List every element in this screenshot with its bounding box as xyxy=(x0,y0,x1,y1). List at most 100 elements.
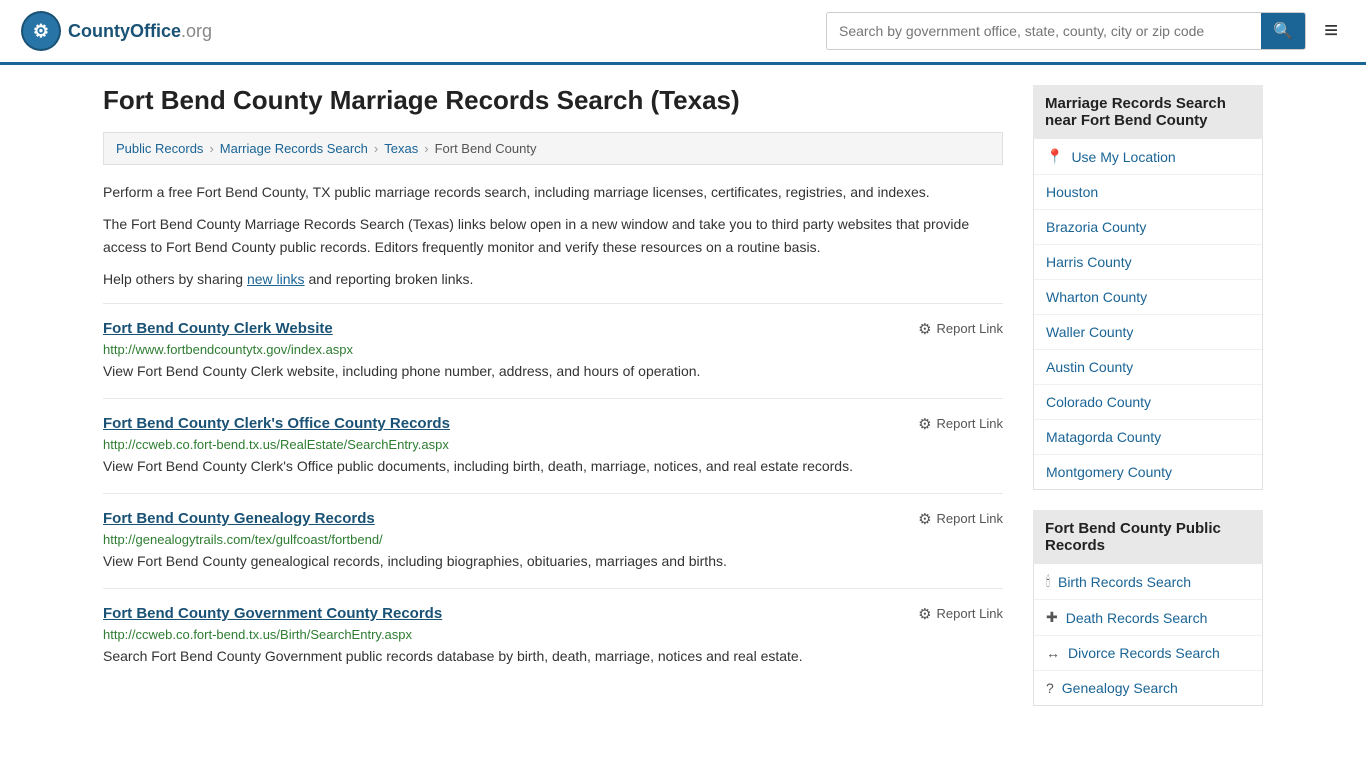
nearby-list-item: Montgomery County xyxy=(1034,455,1262,489)
nearby-link[interactable]: Montgomery County xyxy=(1034,455,1262,489)
nearby-link[interactable]: Brazoria County xyxy=(1034,210,1262,244)
nearby-label: Brazoria County xyxy=(1046,219,1146,235)
record-url: http://ccweb.co.fort-bend.tx.us/RealEsta… xyxy=(103,437,1003,452)
report-icon: ⚙ xyxy=(918,510,931,528)
main-container: Fort Bend County Marriage Records Search… xyxy=(83,65,1283,746)
record-desc: Search Fort Bend County Government publi… xyxy=(103,646,1003,667)
search-button[interactable]: 🔍 xyxy=(1261,13,1305,49)
public-records-label: Death Records Search xyxy=(1066,610,1208,626)
record-entry: Fort Bend County Government County Recor… xyxy=(103,588,1003,683)
record-entry: Fort Bend County Clerk's Office County R… xyxy=(103,398,1003,493)
logo-text: CountyOffice.org xyxy=(68,21,212,42)
record-desc: View Fort Bend County Clerk's Office pub… xyxy=(103,456,1003,477)
nearby-label: Waller County xyxy=(1046,324,1133,340)
record-url: http://genealogytrails.com/tex/gulfcoast… xyxy=(103,532,1003,547)
report-link[interactable]: ⚙ Report Link xyxy=(918,320,1003,338)
nearby-list-item: 📍 Use My Location xyxy=(1034,139,1262,175)
public-records-label: Divorce Records Search xyxy=(1068,645,1220,661)
site-header: ⚙ CountyOffice.org 🔍 ≡ xyxy=(0,0,1366,65)
public-records-link[interactable]: ✚ Death Records Search xyxy=(1034,600,1262,635)
nearby-list: 📍 Use My Location Houston Brazoria County Ha… xyxy=(1033,139,1263,490)
nearby-list-item: Wharton County xyxy=(1034,280,1262,315)
record-type-icon: ✚ xyxy=(1046,609,1058,626)
new-links-link[interactable]: new links xyxy=(247,271,305,287)
record-type-icon: ↔ xyxy=(1046,645,1060,661)
public-records-title: Fort Bend County Public Records xyxy=(1033,510,1263,564)
breadcrumb-texas[interactable]: Texas xyxy=(384,141,418,156)
report-link[interactable]: ⚙ Report Link xyxy=(918,415,1003,433)
nearby-label: Austin County xyxy=(1046,359,1133,375)
record-type-icon: ? xyxy=(1046,680,1054,696)
record-title[interactable]: Fort Bend County Government County Recor… xyxy=(103,605,442,622)
report-label: Report Link xyxy=(937,321,1003,336)
public-records-link[interactable]: 🕯 Birth Records Search xyxy=(1034,564,1262,599)
nearby-link[interactable]: Waller County xyxy=(1034,315,1262,349)
report-icon: ⚙ xyxy=(918,605,931,623)
content-area: Fort Bend County Marriage Records Search… xyxy=(103,85,1003,726)
hamburger-button[interactable]: ≡ xyxy=(1316,13,1346,49)
nearby-list-item: Matagorda County xyxy=(1034,420,1262,455)
nearby-link[interactable]: Wharton County xyxy=(1034,280,1262,314)
desc-3-prefix: Help others by sharing xyxy=(103,271,247,287)
public-records-link[interactable]: ? Genealogy Search xyxy=(1034,671,1262,705)
nearby-label: Use My Location xyxy=(1071,149,1175,165)
public-records-label: Birth Records Search xyxy=(1058,574,1191,590)
desc-3: Help others by sharing new links and rep… xyxy=(103,268,1003,290)
record-header: Fort Bend County Genealogy Records ⚙ Rep… xyxy=(103,510,1003,528)
sidebar: Marriage Records Search near Fort Bend C… xyxy=(1033,85,1263,726)
record-desc: View Fort Bend County Clerk website, inc… xyxy=(103,361,1003,382)
nearby-link[interactable]: Harris County xyxy=(1034,245,1262,279)
record-entry: Fort Bend County Clerk Website ⚙ Report … xyxy=(103,303,1003,398)
public-records-list-item: ✚ Death Records Search xyxy=(1034,600,1262,636)
report-link[interactable]: ⚙ Report Link xyxy=(918,510,1003,528)
nearby-label: Harris County xyxy=(1046,254,1132,270)
public-records-list-item: ↔ Divorce Records Search xyxy=(1034,636,1262,671)
nearby-link[interactable]: Houston xyxy=(1034,175,1262,209)
nearby-link[interactable]: Matagorda County xyxy=(1034,420,1262,454)
record-entry: Fort Bend County Genealogy Records ⚙ Rep… xyxy=(103,493,1003,588)
public-records-list-item: ? Genealogy Search xyxy=(1034,671,1262,705)
logo-icon: ⚙ xyxy=(20,10,62,52)
report-label: Report Link xyxy=(937,606,1003,621)
nearby-label: Wharton County xyxy=(1046,289,1147,305)
desc-3-suffix: and reporting broken links. xyxy=(305,271,474,287)
report-icon: ⚙ xyxy=(918,320,931,338)
record-url: http://www.fortbendcountytx.gov/index.as… xyxy=(103,342,1003,357)
public-records-label: Genealogy Search xyxy=(1062,680,1178,696)
report-link[interactable]: ⚙ Report Link xyxy=(918,605,1003,623)
public-records-section: Fort Bend County Public Records 🕯 Birth … xyxy=(1033,510,1263,706)
public-records-list-item: 🕯 Birth Records Search xyxy=(1034,564,1262,600)
report-icon: ⚙ xyxy=(918,415,931,433)
breadcrumb-sep-2: › xyxy=(374,141,378,156)
nearby-list-item: Brazoria County xyxy=(1034,210,1262,245)
search-input[interactable] xyxy=(827,15,1261,47)
record-title[interactable]: Fort Bend County Genealogy Records xyxy=(103,510,375,527)
record-header: Fort Bend County Clerk's Office County R… xyxy=(103,415,1003,433)
record-header: Fort Bend County Clerk Website ⚙ Report … xyxy=(103,320,1003,338)
breadcrumb-current: Fort Bend County xyxy=(435,141,537,156)
record-title[interactable]: Fort Bend County Clerk Website xyxy=(103,320,333,337)
report-label: Report Link xyxy=(937,416,1003,431)
nearby-link[interactable]: 📍 Use My Location xyxy=(1034,139,1262,174)
search-bar: 🔍 xyxy=(826,12,1306,50)
record-header: Fort Bend County Government County Recor… xyxy=(103,605,1003,623)
breadcrumb-public-records[interactable]: Public Records xyxy=(116,141,203,156)
record-url: http://ccweb.co.fort-bend.tx.us/Birth/Se… xyxy=(103,627,1003,642)
svg-text:⚙: ⚙ xyxy=(33,21,49,41)
location-icon: 📍 xyxy=(1046,148,1063,165)
record-title[interactable]: Fort Bend County Clerk's Office County R… xyxy=(103,415,450,432)
nearby-list-item: Waller County xyxy=(1034,315,1262,350)
nearby-list-item: Austin County xyxy=(1034,350,1262,385)
nearby-label: Houston xyxy=(1046,184,1098,200)
breadcrumb: Public Records › Marriage Records Search… xyxy=(103,132,1003,165)
nearby-list-item: Harris County xyxy=(1034,245,1262,280)
desc-2: The Fort Bend County Marriage Records Se… xyxy=(103,213,1003,258)
nearby-label: Montgomery County xyxy=(1046,464,1172,480)
nearby-link[interactable]: Austin County xyxy=(1034,350,1262,384)
nearby-link[interactable]: Colorado County xyxy=(1034,385,1262,419)
page-title: Fort Bend County Marriage Records Search… xyxy=(103,85,1003,116)
public-records-link[interactable]: ↔ Divorce Records Search xyxy=(1034,636,1262,670)
public-records-list: 🕯 Birth Records Search ✚ Death Records S… xyxy=(1033,564,1263,706)
nearby-section: Marriage Records Search near Fort Bend C… xyxy=(1033,85,1263,490)
breadcrumb-marriage-records[interactable]: Marriage Records Search xyxy=(220,141,368,156)
